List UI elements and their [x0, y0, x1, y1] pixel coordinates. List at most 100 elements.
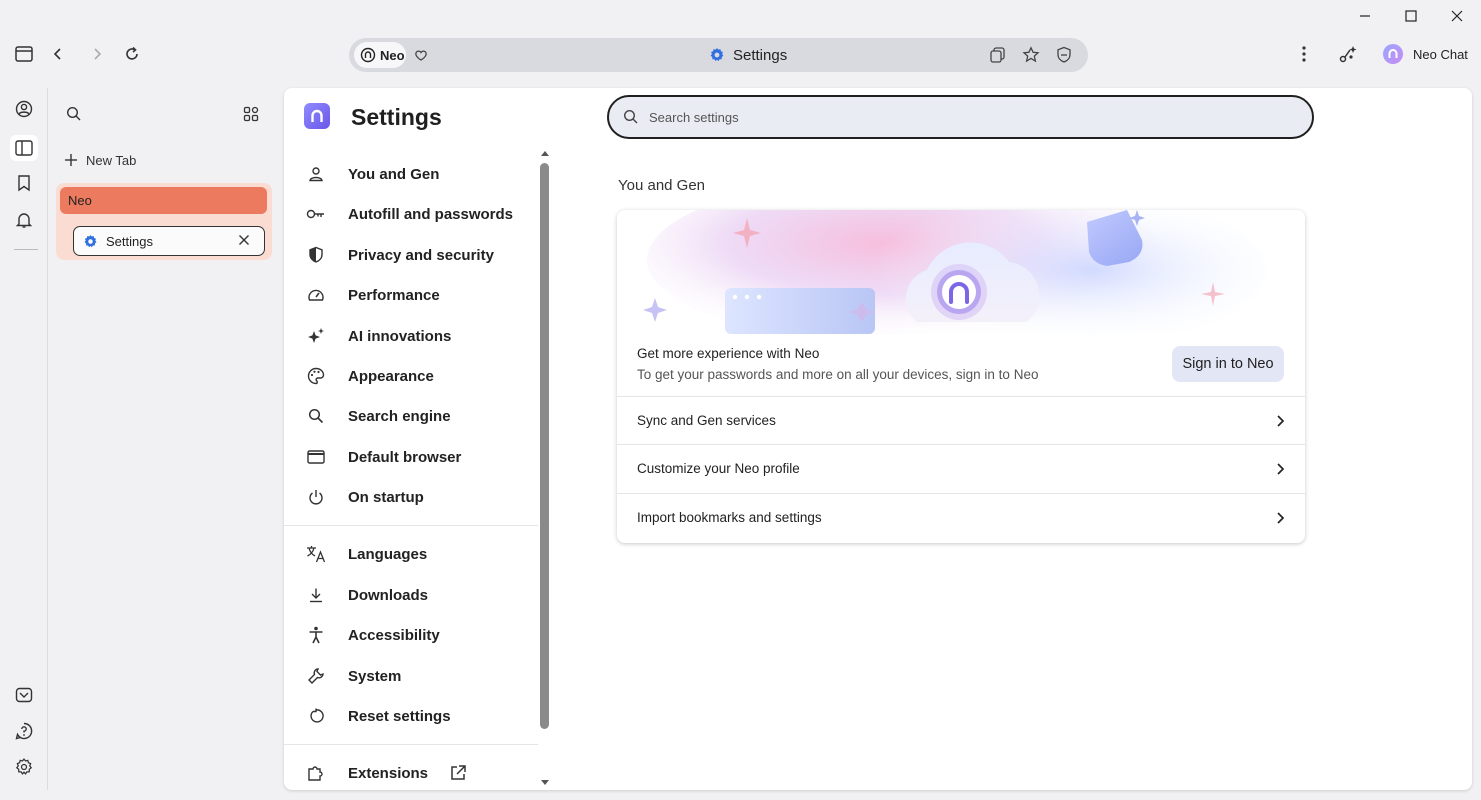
vertical-tabs-icon [15, 140, 33, 156]
site-chip-label: Neo [380, 47, 405, 63]
sparkle-icon [304, 324, 328, 348]
chevron-right-icon [94, 48, 102, 60]
row-import-bookmarks[interactable]: Import bookmarks and settings [617, 493, 1305, 541]
nav-autofill[interactable]: Autofill and passwords [304, 196, 544, 232]
bookmark-star-button[interactable] [1022, 46, 1040, 64]
panel-divider [47, 88, 48, 790]
speedometer-icon [304, 283, 328, 307]
help-icon [15, 722, 33, 740]
rail-wallet-button[interactable] [12, 683, 36, 707]
accessibility-icon [304, 623, 328, 647]
rail-profile-button[interactable] [12, 97, 36, 121]
power-icon [304, 485, 328, 509]
tab-group: Neo Settings [56, 183, 272, 260]
chevron-right-icon [1277, 511, 1285, 524]
shield-icon [304, 243, 328, 267]
gear-icon [710, 48, 724, 62]
nav-appearance[interactable]: Appearance [304, 358, 544, 394]
sign-in-button[interactable]: Sign in to Neo [1172, 346, 1284, 382]
settings-search-input[interactable] [649, 109, 1249, 125]
new-tab-button[interactable]: New Tab [64, 151, 136, 169]
rail-tabs-button[interactable] [10, 135, 38, 161]
chevron-left-icon [53, 48, 61, 60]
reload-icon [126, 46, 138, 60]
bell-icon [16, 213, 32, 228]
rail-notifications-button[interactable] [12, 208, 36, 232]
bookmark-icon [18, 175, 30, 192]
site-chip[interactable]: Neo [354, 42, 406, 68]
nav-search-engine[interactable]: Search engine [304, 398, 544, 434]
account-circle-icon [15, 100, 33, 118]
nav-on-startup[interactable]: On startup [304, 479, 544, 515]
maximize-button[interactable] [1388, 4, 1434, 28]
nav-reset-settings[interactable]: Reset settings [304, 698, 544, 734]
tab-grid-button[interactable] [243, 106, 261, 124]
nav-downloads[interactable]: Downloads [304, 577, 544, 613]
tab-label: Settings [106, 233, 153, 249]
nav-divider [284, 525, 538, 526]
reload-button[interactable] [120, 42, 144, 66]
nav-performance[interactable]: Performance [304, 277, 544, 313]
nav-system[interactable]: System [304, 658, 544, 694]
minimize-button[interactable] [1342, 4, 1388, 28]
omnibox-page-title: Settings [709, 38, 787, 72]
nav-languages[interactable]: Languages [304, 536, 544, 572]
nav-privacy[interactable]: Privacy and security [304, 237, 544, 273]
settings-logo [304, 103, 330, 129]
close-tab-button[interactable] [238, 234, 252, 248]
wrench-icon [304, 664, 328, 688]
close-icon [1451, 10, 1463, 22]
ai-workflow-icon [1339, 46, 1357, 63]
shield-icon [1057, 46, 1071, 63]
you-and-gen-card: Get more experience with Neo To get your… [617, 210, 1305, 543]
nav-accessibility[interactable]: Accessibility [304, 617, 544, 653]
download-icon [304, 583, 328, 607]
tab-group-header[interactable]: Neo [60, 187, 267, 214]
tab-search-button[interactable] [66, 106, 84, 124]
ai-assistant-button[interactable] [1336, 42, 1360, 66]
shield-button[interactable] [1055, 46, 1073, 64]
rail-settings-button[interactable] [12, 755, 36, 779]
translate-icon [304, 542, 328, 566]
row-sync-services[interactable]: Sync and Gen services [617, 396, 1305, 444]
settings-search[interactable] [607, 95, 1314, 139]
sidebar-toggle-button[interactable] [12, 42, 36, 66]
row-customize-profile[interactable]: Customize your Neo profile [617, 444, 1305, 492]
chevron-right-icon [1277, 414, 1285, 427]
close-window-button[interactable] [1434, 4, 1480, 28]
copy-icon [990, 47, 1005, 63]
nav-ai-innovations[interactable]: AI innovations [304, 318, 544, 354]
palette-icon [304, 364, 328, 388]
back-button[interactable] [46, 42, 70, 66]
search-icon [623, 109, 638, 124]
neo-avatar-icon [1383, 44, 1403, 64]
tab-group-label: Neo [68, 193, 92, 208]
settings-page: Settings You and Gen Autofill and passwo… [284, 88, 1472, 790]
promo-subtext: To get your passwords and more on all yo… [637, 367, 1039, 382]
external-link-icon [446, 761, 470, 785]
nav-divider [284, 744, 538, 745]
menu-button[interactable] [1292, 42, 1316, 66]
profile-label: Neo Chat [1413, 46, 1468, 62]
tab-settings[interactable]: Settings [73, 226, 265, 256]
tab-copy-button[interactable] [989, 46, 1007, 64]
nav-scrollbar-thumb[interactable] [540, 163, 549, 729]
address-bar[interactable]: Neo Settings [349, 38, 1088, 72]
nav-extensions[interactable]: Extensions [304, 755, 544, 790]
promo-headline: Get more experience with Neo [637, 346, 820, 361]
key-icon [304, 202, 328, 226]
plus-icon [65, 154, 77, 166]
kebab-menu-icon [1302, 46, 1306, 62]
settings-gear-icon [15, 758, 33, 775]
profile-button[interactable]: Neo Chat [1382, 43, 1468, 65]
star-icon [1022, 46, 1040, 63]
browser-window-icon [304, 445, 328, 469]
rail-help-button[interactable] [12, 719, 36, 743]
nav-you-and-gen[interactable]: You and Gen [304, 156, 544, 192]
favorite-site-button[interactable] [413, 47, 429, 63]
search-icon [304, 404, 328, 428]
rail-bookmarks-button[interactable] [12, 171, 36, 195]
close-icon [239, 235, 249, 245]
forward-button[interactable] [85, 42, 109, 66]
nav-default-browser[interactable]: Default browser [304, 439, 544, 475]
